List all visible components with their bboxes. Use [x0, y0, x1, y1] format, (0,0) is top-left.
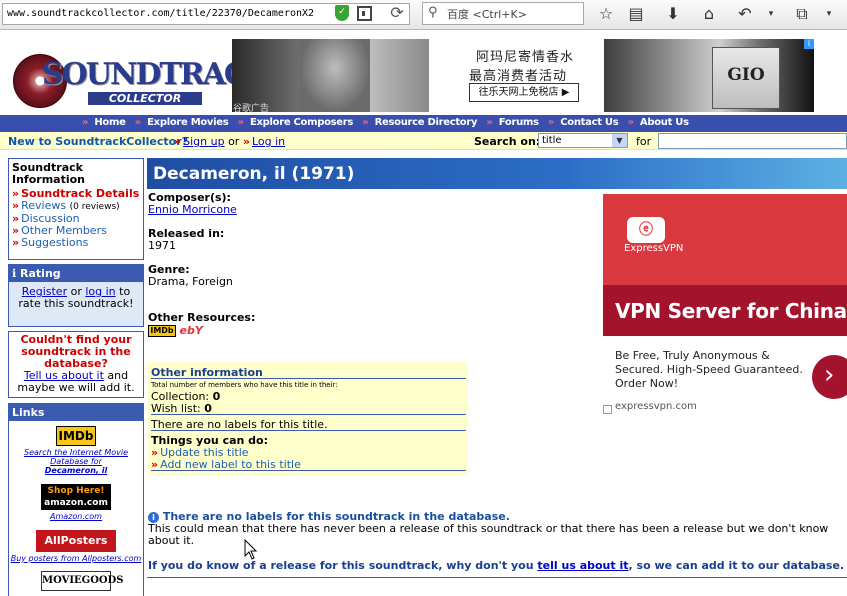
- qr-code-icon[interactable]: [357, 6, 372, 21]
- home-icon[interactable]: ⌂: [698, 4, 720, 24]
- banner-ad-model-image: [300, 39, 370, 112]
- banner-ad-line1: 阿玛尼寄情香水: [476, 50, 575, 65]
- divider: [151, 414, 466, 415]
- or-text: or: [228, 135, 240, 148]
- arrow-icon: »: [12, 236, 20, 249]
- genre-value: Drama, Foreign: [148, 275, 233, 288]
- rating-text: Register or log in to rate this soundtra…: [18, 285, 134, 310]
- signup-link[interactable]: Sign up: [183, 135, 224, 148]
- allposters-logo[interactable]: AllPosters: [36, 530, 116, 552]
- adchoices-icon[interactable]: [603, 405, 612, 414]
- bullet-icon: »: [627, 117, 634, 128]
- allposters-link[interactable]: Buy posters from Allposters.com: [9, 554, 143, 563]
- mouse-cursor-icon: [244, 539, 258, 560]
- browser-search-placeholder: 百度 <Ctrl+K>: [447, 8, 527, 21]
- bullet-icon: »: [362, 117, 369, 128]
- not-found-text: Tell us about it and maybe we will add i…: [17, 369, 135, 394]
- bullet-icon: »: [547, 117, 555, 128]
- divider: [151, 430, 466, 431]
- nav-item-forums[interactable]: » Forums: [486, 117, 541, 128]
- download-icon[interactable]: ⬇: [662, 4, 684, 24]
- rating-header: ℹ Rating: [9, 265, 143, 282]
- not-found-heading: Couldn't find your soundtrack in the dat…: [20, 333, 132, 370]
- site-search-input[interactable]: [658, 133, 847, 149]
- search-icon: ⚲: [428, 5, 438, 20]
- nav-item-explore-composers[interactable]: » Explore Composers: [238, 117, 356, 128]
- imdb-badge[interactable]: IMDb: [148, 325, 176, 337]
- vpn-ad-line3: Order Now!: [615, 377, 679, 390]
- menu-dropdown-icon[interactable]: ▾: [818, 4, 840, 24]
- arrow-icon: »: [174, 135, 182, 148]
- nav-item-home[interactable]: » Home: [82, 117, 129, 128]
- dropdown-icon[interactable]: ▾: [760, 4, 782, 24]
- vpn-ad-domain[interactable]: expressvpn.com: [615, 401, 697, 412]
- for-label: for: [636, 135, 652, 148]
- banner-ad-line2: 最高消费者活动: [469, 69, 568, 84]
- soundtrack-info-box: Soundtrack Information » Soundtrack Detai…: [8, 158, 144, 260]
- nav-item-contact-us[interactable]: » Contact Us: [548, 117, 621, 128]
- soundtrack-info-title: Soundtrack Information: [12, 161, 85, 186]
- chevron-down-icon[interactable]: ▼: [612, 134, 627, 147]
- imdb-title-link[interactable]: Decameron, il: [9, 466, 143, 475]
- amazon-logo[interactable]: Shop Here! amazon.com: [41, 484, 111, 510]
- search-on-label: Search on:: [474, 135, 541, 148]
- other-resources-label: Other Resources:: [148, 311, 256, 324]
- title-details: Composer(s): Ennio Morricone Released in…: [148, 192, 255, 337]
- info-icon: ℹ: [12, 267, 17, 280]
- nav-item-resource-directory[interactable]: » Resource Directory: [362, 117, 480, 128]
- arrow-icon: »: [242, 135, 250, 148]
- divider: [147, 577, 847, 578]
- banner-ad-cta[interactable]: 往乐天网上免税店 ▶: [469, 83, 579, 102]
- main-nav: » Home » Explore Movies » Explore Compos…: [82, 117, 695, 128]
- divider: [151, 378, 466, 379]
- bullet-icon: »: [134, 117, 141, 128]
- not-found-box: Couldn't find your soundtrack in the dat…: [8, 331, 144, 398]
- shield-icon[interactable]: ✓: [335, 5, 349, 21]
- links-content: IMDb Search the Internet Movie Database …: [9, 426, 143, 591]
- nav-item-explore-movies[interactable]: » Explore Movies: [135, 117, 232, 128]
- other-info-small: Total number of members who have this ti…: [151, 381, 338, 389]
- arrow-icon: »: [12, 199, 20, 212]
- signup-login-links: » Sign up or » Log in: [174, 135, 285, 148]
- reading-list-icon[interactable]: ▤: [625, 4, 647, 24]
- banner-ad-watermark: 谷歌广告: [233, 104, 270, 114]
- bullet-icon: »: [82, 117, 89, 128]
- ad-info-icon[interactable]: i: [804, 39, 814, 49]
- crop-icon[interactable]: ⧉: [791, 4, 813, 24]
- vpn-ad-line2: Secured. High-Speed Guaranteed.: [615, 363, 803, 376]
- reload-icon[interactable]: ⟳: [386, 3, 408, 23]
- rating-box: ℹ Rating Register or log in to rate this…: [8, 264, 144, 327]
- banner-ad-photo-2[interactable]: [604, 39, 814, 112]
- links-header: Links: [9, 404, 143, 421]
- released-value: 1971: [148, 239, 176, 252]
- bookmark-star-icon[interactable]: ☆: [595, 4, 617, 24]
- other-resources: IMDb ebY: [148, 325, 255, 337]
- expressvpn-logo-icon: ⓔ: [627, 217, 665, 243]
- sidebar-item-suggestions[interactable]: » Suggestions: [12, 237, 140, 249]
- amazon-link[interactable]: Amazon.com: [9, 512, 143, 521]
- vpn-ad-title[interactable]: VPN Server for China: [615, 299, 847, 323]
- composer-link[interactable]: Ennio Morricone: [148, 203, 237, 216]
- nav-item-about-us[interactable]: » About Us: [628, 117, 692, 128]
- imdb-search-link[interactable]: Search the Internet Movie Database for: [9, 448, 143, 466]
- back-icon[interactable]: ↶: [734, 4, 756, 24]
- new-user-question: New to SoundtrackCollector?: [8, 135, 189, 148]
- banner-ad-product: GIO: [727, 65, 765, 85]
- site-logo-sub[interactable]: COLLECTOR: [88, 92, 202, 105]
- bullet-icon: »: [486, 117, 493, 128]
- vpn-brand: ExpressVPN: [624, 243, 684, 254]
- page-title: Decameron, il (1971): [153, 164, 355, 184]
- tell-us-about-it-link[interactable]: tell us about it: [537, 559, 628, 572]
- ebay-badge[interactable]: ebY: [180, 325, 203, 337]
- bullet-icon: »: [237, 117, 244, 128]
- vpn-ad-line1: Be Free, Truly Anonymous &: [615, 349, 770, 362]
- login-link[interactable]: Log in: [252, 135, 285, 148]
- links-box: Links IMDb Search the Internet Movie Dat…: [8, 403, 144, 596]
- divider: [151, 470, 466, 471]
- imdb-logo[interactable]: IMDb: [56, 426, 96, 446]
- moviegoods-logo[interactable]: MOVIEGOODS: [41, 571, 124, 591]
